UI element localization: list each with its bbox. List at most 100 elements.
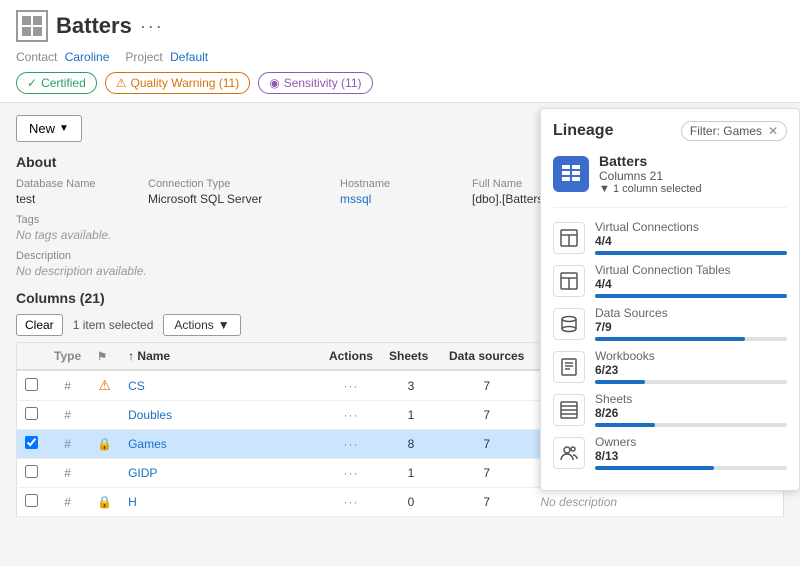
column-name-link[interactable]: Games bbox=[128, 437, 167, 451]
lineage-main-icon bbox=[553, 156, 589, 192]
lineage-row[interactable]: Owners 8/13 bbox=[553, 435, 787, 470]
name-cell[interactable]: H bbox=[120, 488, 321, 517]
lineage-row[interactable]: Workbooks 6/23 bbox=[553, 349, 787, 384]
col-header-name[interactable]: ↑ Name bbox=[120, 343, 321, 371]
col-header-sheets: Sheets bbox=[381, 343, 441, 371]
quality-label: Quality Warning (11) bbox=[131, 76, 240, 90]
lineage-title: Lineage bbox=[553, 122, 613, 140]
checkbox-input[interactable] bbox=[25, 465, 38, 478]
lineage-row-label: Workbooks bbox=[595, 349, 787, 363]
lineage-row-info: Data Sources 7/9 bbox=[595, 306, 787, 341]
actions-button[interactable]: Actions ▼ bbox=[163, 314, 240, 336]
warning-cell: 🔒 bbox=[89, 488, 120, 517]
datasources-cell: 7 bbox=[441, 488, 532, 517]
quality-warning-badge[interactable]: ⚠ Quality Warning (11) bbox=[105, 72, 250, 94]
lineage-row-count: 6/23 bbox=[595, 363, 787, 377]
lineage-row-label: Virtual Connection Tables bbox=[595, 263, 787, 277]
checkbox-input[interactable] bbox=[25, 378, 38, 391]
lineage-row-icon bbox=[553, 394, 585, 426]
contact-value: Caroline bbox=[65, 50, 110, 64]
row-actions-button[interactable]: ··· bbox=[343, 437, 358, 451]
type-cell: # bbox=[46, 430, 89, 459]
table-icon bbox=[16, 10, 48, 42]
row-checkbox[interactable] bbox=[17, 430, 47, 459]
filter-close-icon[interactable]: ✕ bbox=[768, 124, 778, 138]
lineage-row[interactable]: Data Sources 7/9 bbox=[553, 306, 787, 341]
datasources-cell: 7 bbox=[441, 459, 532, 488]
lineage-row-count: 4/4 bbox=[595, 234, 787, 248]
datasources-cell: 7 bbox=[441, 430, 532, 459]
lineage-row[interactable]: Virtual Connection Tables 4/4 bbox=[553, 263, 787, 298]
lineage-row-label: Data Sources bbox=[595, 306, 787, 320]
column-name-link[interactable]: GIDP bbox=[128, 466, 157, 480]
filter-label: Filter: Games bbox=[690, 124, 762, 138]
row-actions-button[interactable]: ··· bbox=[343, 466, 358, 480]
progress-bar-bg bbox=[595, 251, 787, 255]
datasources-cell: 7 bbox=[441, 370, 532, 401]
warning-cell: ⚠ bbox=[89, 370, 120, 401]
new-button[interactable]: New ▼ bbox=[16, 115, 82, 142]
sheets-cell: 1 bbox=[381, 401, 441, 430]
lineage-row[interactable]: Virtual Connections 4/4 bbox=[553, 220, 787, 255]
sensitivity-badge[interactable]: ◉ Sensitivity (11) bbox=[258, 72, 372, 94]
actions-cell[interactable]: ··· bbox=[321, 488, 381, 517]
dropdown-arrow-icon: ▼ bbox=[59, 123, 69, 134]
sensitivity-label: Sensitivity (11) bbox=[284, 76, 362, 90]
checkbox-input[interactable] bbox=[25, 407, 38, 420]
lineage-filter-badge: Filter: Games ✕ bbox=[681, 121, 787, 141]
col-header-flag: ⚑ bbox=[89, 343, 120, 371]
more-options-button[interactable]: ··· bbox=[140, 16, 164, 37]
row-checkbox[interactable] bbox=[17, 459, 47, 488]
project-label: Project bbox=[125, 50, 162, 64]
column-name-link[interactable]: CS bbox=[128, 379, 145, 393]
project-value: Default bbox=[170, 50, 208, 64]
row-checkbox[interactable] bbox=[17, 370, 47, 401]
progress-bar-fill bbox=[595, 466, 714, 470]
lineage-row[interactable]: Sheets 8/26 bbox=[553, 392, 787, 427]
warning-cell bbox=[89, 401, 120, 430]
lineage-row-count: 8/13 bbox=[595, 449, 787, 463]
sensitivity-icon: ◉ bbox=[269, 76, 279, 90]
lineage-row-count: 8/26 bbox=[595, 406, 787, 420]
checkbox-input[interactable] bbox=[25, 494, 38, 507]
lineage-row-info: Owners 8/13 bbox=[595, 435, 787, 470]
name-cell[interactable]: GIDP bbox=[120, 459, 321, 488]
row-checkbox[interactable] bbox=[17, 401, 47, 430]
lineage-main-item: Batters Columns 21 ▼ 1 column selected bbox=[553, 153, 787, 208]
col-header-actions: Actions bbox=[321, 343, 381, 371]
name-cell[interactable]: Games bbox=[120, 430, 321, 459]
column-name-link[interactable]: H bbox=[128, 495, 137, 509]
name-cell[interactable]: Doubles bbox=[120, 401, 321, 430]
sheets-cell: 3 bbox=[381, 370, 441, 401]
actions-cell[interactable]: ··· bbox=[321, 401, 381, 430]
lineage-row-icon bbox=[553, 437, 585, 469]
actions-cell[interactable]: ··· bbox=[321, 430, 381, 459]
row-actions-button[interactable]: ··· bbox=[343, 495, 358, 509]
warning-cell bbox=[89, 459, 120, 488]
column-name-link[interactable]: Doubles bbox=[128, 408, 172, 422]
row-actions-button[interactable]: ··· bbox=[343, 408, 358, 422]
table-row[interactable]: # 🔒 H ··· 0 7 No description bbox=[17, 488, 784, 517]
main-content: Batters ··· Contact Caroline Project Def… bbox=[0, 0, 800, 566]
checkbox-input[interactable] bbox=[25, 436, 38, 449]
actions-cell[interactable]: ··· bbox=[321, 370, 381, 401]
progress-bar-fill bbox=[595, 380, 645, 384]
progress-bar-fill bbox=[595, 294, 787, 298]
lineage-main-info: Batters Columns 21 ▼ 1 column selected bbox=[599, 153, 702, 195]
filter-funnel-icon: ▼ bbox=[599, 183, 610, 195]
header-meta: Contact Caroline Project Default bbox=[16, 50, 784, 72]
certified-badge[interactable]: ✓ Certified bbox=[16, 72, 97, 94]
row-checkbox[interactable] bbox=[17, 488, 47, 517]
lineage-row-info: Sheets 8/26 bbox=[595, 392, 787, 427]
clear-button[interactable]: Clear bbox=[16, 314, 63, 336]
name-cell[interactable]: CS bbox=[120, 370, 321, 401]
row-actions-button[interactable]: ··· bbox=[343, 379, 358, 393]
lineage-header: Lineage Filter: Games ✕ bbox=[553, 121, 787, 141]
page-title: Batters bbox=[56, 13, 132, 39]
progress-bar-fill bbox=[595, 337, 745, 341]
lineage-row-info: Virtual Connection Tables 4/4 bbox=[595, 263, 787, 298]
lineage-panel: Lineage Filter: Games ✕ Batters Column bbox=[540, 108, 800, 491]
lineage-row-label: Owners bbox=[595, 435, 787, 449]
actions-cell[interactable]: ··· bbox=[321, 459, 381, 488]
lineage-rows: Virtual Connections 4/4 Virtual Connecti… bbox=[553, 220, 787, 470]
